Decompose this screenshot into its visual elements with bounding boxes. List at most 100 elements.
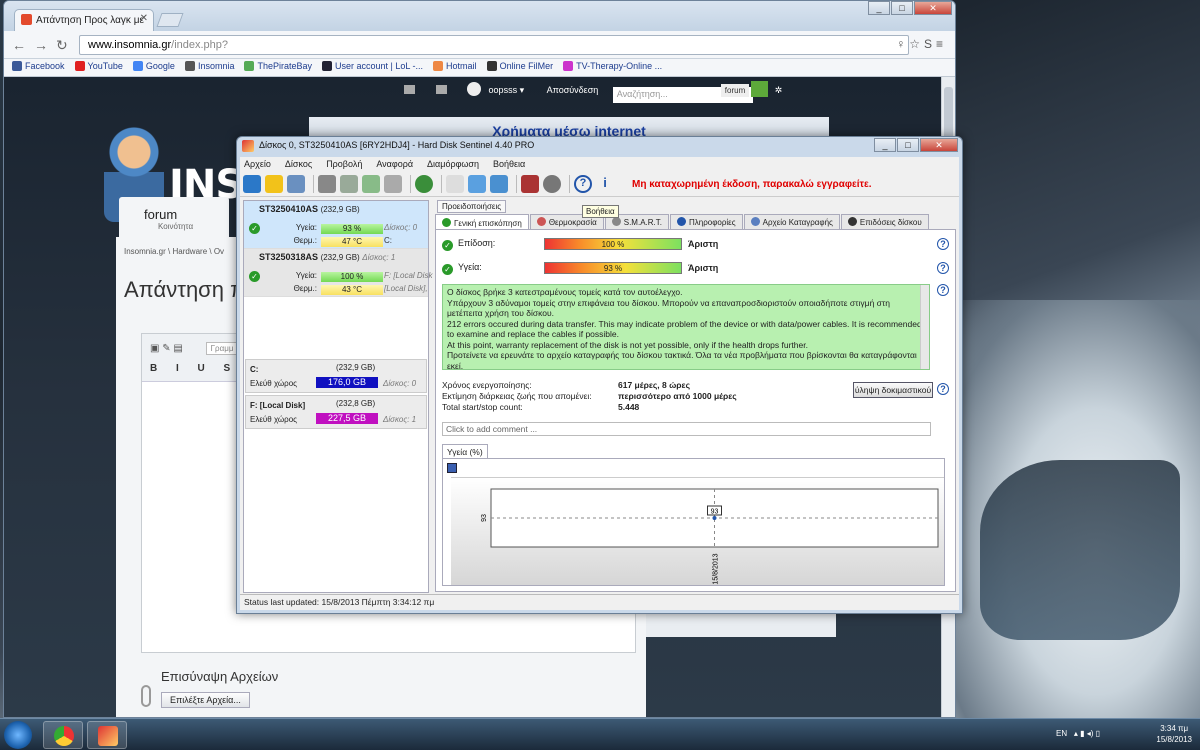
gear-icon[interactable]: ✲	[775, 85, 783, 95]
breadcrumb[interactable]: Insomnia.gr \ Hardware \ Ov	[124, 247, 224, 256]
message-line: At this point, warranty replacement of t…	[447, 339, 808, 350]
close-button[interactable]: ✕	[914, 1, 952, 15]
hds-app-icon	[242, 140, 254, 152]
test4-icon[interactable]	[384, 175, 402, 193]
config-icon[interactable]	[521, 175, 539, 193]
page-title: Απάντηση π	[124, 277, 246, 302]
report-icon[interactable]	[446, 175, 464, 193]
comment-input[interactable]: Click to add comment ...	[442, 422, 931, 436]
bookmark-item[interactable]: Online FilMer	[486, 61, 553, 71]
lifetime-label: Εκτίμηση διάρκειας ζωής που απομένει:	[442, 391, 592, 401]
test2-icon[interactable]	[340, 175, 358, 193]
bookmark-item[interactable]: User account | LoL -...	[322, 61, 423, 71]
taskbar-hds[interactable]	[87, 721, 127, 749]
disk-item-0[interactable]: ST3250410AS (232,9 GB) ✓ Υγεία: 93 % Θερμ…	[244, 201, 428, 249]
hds-close-button[interactable]: ✕	[920, 138, 958, 152]
taskbar-chrome[interactable]	[43, 721, 83, 749]
reload-icon[interactable]: ↻	[56, 37, 68, 54]
browser-tab-title: Απάντηση Προς λαγκ με	[36, 15, 144, 26]
performance-bar: 100 %	[544, 238, 682, 250]
maximize-button[interactable]: □	[891, 1, 913, 15]
register-message[interactable]: Μη καταχωρημένη έκδοση, παρακαλώ εγγραφε…	[632, 179, 872, 190]
address-bar[interactable]: www.insomnia.gr/index.php?	[79, 35, 909, 55]
info-icon[interactable]: i	[596, 175, 614, 193]
ok-check-icon: ✓	[249, 271, 260, 282]
menu-item[interactable]: Βοήθεια	[493, 159, 525, 169]
clock[interactable]: 3:34 πμ 15/8/2013	[1156, 723, 1192, 745]
browser-tab[interactable]: Απάντηση Προς λαγκ με ✕	[14, 9, 154, 31]
tab-0[interactable]: Γενική επισκόπηση	[435, 214, 529, 229]
volume-item-1[interactable]: F: [Local Disk] (232,8 GB) Ελεύθ χώρος 2…	[245, 395, 427, 429]
hds-minimize-button[interactable]: _	[874, 138, 896, 152]
settings-icon[interactable]	[543, 175, 561, 193]
details-pane: Προειδοποιήσεις Γενική επισκόπηση Θερμοκρ…	[435, 200, 957, 593]
avatar[interactable]	[467, 82, 482, 96]
bookmark-item[interactable]: Insomnia	[184, 61, 234, 71]
tab-5[interactable]: Επιδόσεις δίσκου	[840, 214, 929, 229]
globe-icon[interactable]	[415, 175, 433, 193]
menu-item[interactable]: Προβολή	[326, 159, 362, 169]
volume-disk-ref: Δίσκος: 0	[383, 379, 417, 388]
performance-help-icon[interactable]: ?	[937, 238, 949, 250]
menu-item[interactable]: Αρχείο	[244, 159, 271, 169]
back-icon[interactable]: ←	[12, 37, 26, 53]
notifications-icon[interactable]	[435, 85, 447, 94]
bookmark-item[interactable]: Facebook	[12, 61, 65, 71]
bookmark-item[interactable]: Google	[132, 61, 175, 71]
menu-item[interactable]: Διαμόρφωση	[427, 159, 479, 169]
url-host: www.insomnia.gr	[88, 39, 172, 51]
start-button[interactable]	[4, 721, 32, 749]
mail-icon[interactable]	[404, 85, 415, 94]
bookmark-item[interactable]: TV-Therapy-Online ...	[563, 61, 662, 71]
upload-icon[interactable]	[490, 175, 508, 193]
tab-3[interactable]: Πληροφορίες	[669, 214, 743, 229]
menu-item[interactable]: Αναφορά	[376, 159, 413, 169]
choose-files-button[interactable]: Επιλέξτε Αρχεία...	[161, 692, 250, 708]
volume-item-0[interactable]: C: (232,9 GB) Ελεύθ χώρος 176,0 GB Δίσκο…	[245, 359, 427, 393]
hds-client: Αρχείο Δίσκος Προβολή Αναφορά Διαμόρφωση Βοήθ…	[240, 157, 959, 610]
search-button[interactable]	[751, 81, 769, 97]
hds-maximize-button[interactable]: □	[897, 138, 919, 152]
forward-icon[interactable]: →	[34, 37, 48, 53]
tab-warnings[interactable]: Προειδοποιήσεις	[437, 200, 507, 213]
test-button[interactable]: ύληψη δοκιμαστικού	[853, 382, 933, 398]
tab-4[interactable]: Αρχείο Καταγραφής	[743, 214, 840, 229]
message-line: Ο δίσκος βρήκε 3 κατεστραμένους τομείς κ…	[447, 287, 683, 297]
status-bar: Status last updated: 15/8/2013 Πέμπτη 3:…	[240, 594, 959, 610]
bookmark-item[interactable]: YouTube	[74, 61, 123, 71]
bookmark-icon	[74, 61, 85, 71]
test-help-icon[interactable]: ?	[937, 383, 949, 395]
menu-item[interactable]: Δίσκος	[285, 159, 312, 169]
chart-tab-health[interactable]: Υγεία (%)	[442, 444, 488, 459]
forum-tab[interactable]: forum Κοινότητα	[119, 197, 229, 237]
username[interactable]: oopsss	[489, 85, 518, 95]
warning-icon[interactable]	[265, 175, 283, 193]
test-icon[interactable]	[318, 175, 336, 193]
browser-toolbar: ← → ↻ www.insomnia.gr/index.php? ♀☆S≡	[4, 31, 955, 59]
volume-size: (232,9 GB)	[336, 363, 376, 372]
drive-icon[interactable]	[287, 175, 305, 193]
search-scope[interactable]: forum	[720, 84, 750, 97]
message-help-icon[interactable]: ?	[937, 284, 949, 296]
close-tab-icon[interactable]: ✕	[140, 13, 148, 24]
hds-toolbar: ? i Μη καταχωρημένη έκδοση, παρακαλώ εγγρ…	[240, 173, 959, 197]
refresh-icon[interactable]	[243, 175, 261, 193]
browser-extension-icons[interactable]: ♀☆S≡	[896, 37, 947, 51]
tab-label: Επιδόσεις δίσκου	[859, 218, 922, 227]
free-space-bar: 227,5 GB	[316, 413, 378, 424]
minimize-button[interactable]: _	[868, 1, 890, 15]
bookmark-item[interactable]: Hotmail	[433, 61, 477, 71]
health-help-icon[interactable]: ?	[937, 262, 949, 274]
send-icon[interactable]	[468, 175, 486, 193]
test3-icon[interactable]	[362, 175, 380, 193]
tray-lang[interactable]: EN ▴ ▮ ◂) ▯	[1056, 729, 1100, 738]
help-icon[interactable]: ?	[574, 175, 592, 193]
disk-item-1[interactable]: ST3250318AS (232,9 GB) Δίσκος: 1 ✓ Υγεία…	[244, 249, 432, 297]
logout-link[interactable]: Αποσύνδεση	[547, 85, 599, 95]
bookmark-item[interactable]: ThePirateBay	[244, 61, 312, 71]
new-tab-button[interactable]	[156, 13, 184, 27]
bookmark-icon	[486, 61, 497, 71]
volume-size: (232,8 GB)	[336, 399, 376, 408]
message-scrollbar[interactable]	[920, 285, 929, 369]
tab-icon	[676, 217, 686, 226]
